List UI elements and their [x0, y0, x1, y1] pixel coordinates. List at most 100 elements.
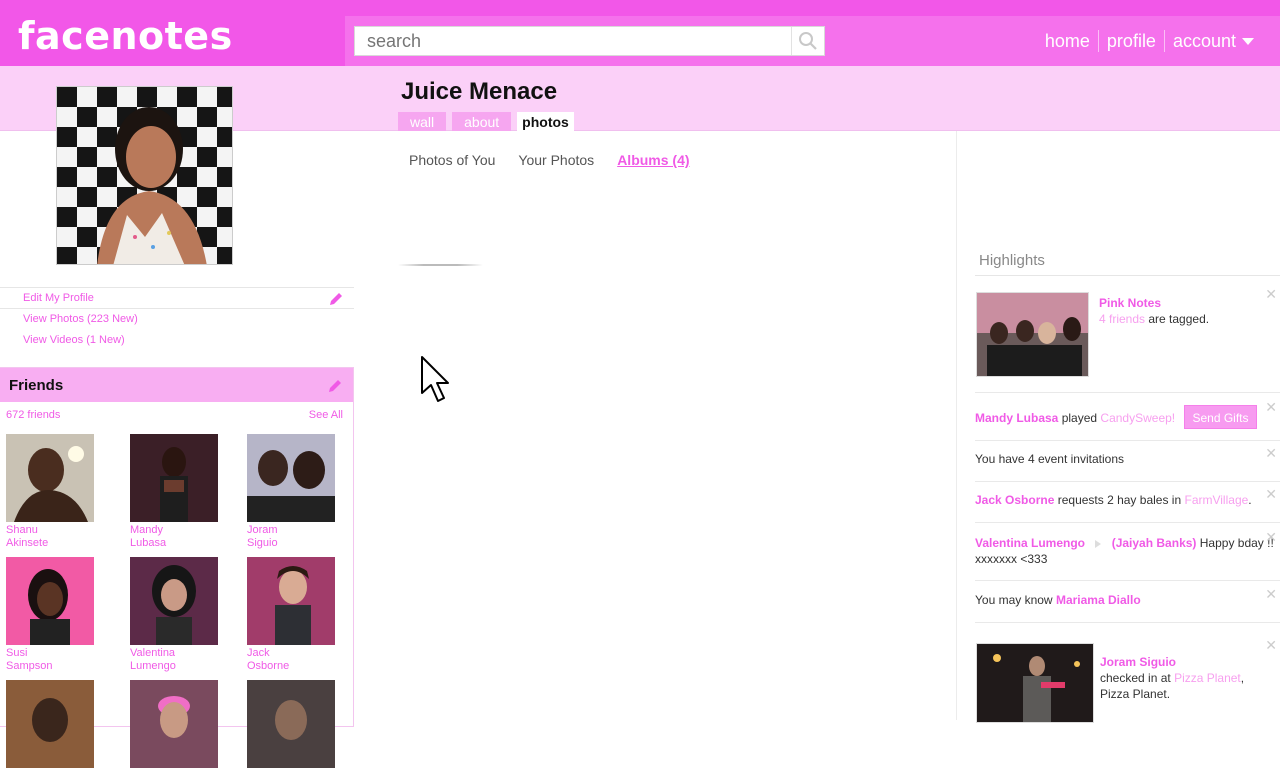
highlight-checkin: Joram Siguio checked in at Pizza Planet,…	[975, 637, 1277, 723]
photo-subtabs: Photos of You Your Photos Albums (4)	[409, 152, 690, 168]
tab-about[interactable]: about	[452, 112, 512, 131]
divider	[975, 580, 1280, 581]
nav-account[interactable]: account	[1165, 31, 1262, 52]
suggested-friend-link[interactable]: Mariama Diallo	[1056, 593, 1141, 607]
tagged-friends-link[interactable]: 4 friends	[1099, 312, 1145, 326]
edit-profile-link[interactable]: Edit My Profile	[0, 288, 354, 309]
divider	[975, 440, 1280, 441]
friend-tile[interactable]	[247, 680, 335, 768]
divider	[975, 392, 1280, 393]
friend-tile[interactable]	[130, 680, 218, 768]
friend-name[interactable]: Susi Sampson	[6, 647, 76, 673]
view-photos-link[interactable]: View Photos (223 New)	[0, 309, 354, 330]
close-icon[interactable]: ✕	[1265, 637, 1277, 653]
friend-photo[interactable]	[130, 434, 218, 522]
close-icon[interactable]: ✕	[1265, 529, 1277, 545]
close-icon[interactable]: ✕	[1265, 286, 1277, 302]
friend-tile[interactable]: Susi Sampson	[6, 557, 94, 673]
view-videos-link[interactable]: View Videos (1 New)	[0, 330, 354, 351]
tab-photos[interactable]: photos	[517, 112, 574, 131]
tab-albums[interactable]: Albums (4)	[617, 152, 689, 168]
highlights-title: Highlights	[979, 252, 1045, 269]
friends-count[interactable]: 672 friends	[6, 409, 60, 421]
search-icon	[799, 32, 817, 50]
place-link[interactable]: Pizza Planet	[1174, 671, 1241, 685]
cursor-icon	[421, 356, 449, 402]
tab-photos-of-you[interactable]: Photos of You	[409, 152, 495, 168]
friend-name[interactable]: Jack Osborne	[247, 647, 317, 673]
chevron-down-icon	[1242, 38, 1254, 46]
highlight-photo[interactable]	[976, 292, 1089, 377]
highlight-candy: Mandy Lubasa played CandySweep! Send Gif…	[975, 399, 1277, 429]
tagged-text: are tagged.	[1148, 312, 1210, 326]
search-input[interactable]	[355, 27, 791, 55]
period: .	[1248, 493, 1252, 507]
friend-name[interactable]: Shanu Akinsete	[6, 524, 76, 550]
friend-tile[interactable]: Valentina Lumengo	[130, 557, 218, 673]
pink-notes-title[interactable]: Pink Notes	[1099, 296, 1161, 310]
friend-photo[interactable]	[247, 557, 335, 645]
friend-tile[interactable]: Jack Osborne	[247, 557, 335, 673]
highlight-may-know: You may know Mariama Diallo ✕	[975, 586, 1277, 608]
request-text: requests 2 hay bales in	[1057, 493, 1182, 507]
friend-photo[interactable]	[6, 557, 94, 645]
checkin-text: checked in at	[1100, 671, 1171, 685]
friend-name[interactable]: Mandy Lubasa	[130, 524, 200, 550]
game-link[interactable]: CandySweep!	[1100, 411, 1175, 425]
game-link[interactable]: FarmVillage	[1184, 493, 1248, 507]
friend-photo[interactable]	[6, 680, 94, 768]
friends-box: Friends 672 friends See All Shanu Akinset…	[0, 367, 354, 768]
nav-account-label: account	[1172, 30, 1236, 51]
friend-tile[interactable]: Joram Siguio	[247, 434, 335, 550]
profile-name: Juice Menace	[401, 78, 558, 105]
site-logo[interactable]: facenotes	[18, 14, 233, 58]
top-bar: facenotes home profile account	[0, 0, 1280, 66]
top-strip	[345, 0, 1280, 16]
friend-name-link[interactable]: Joram Siguio	[1100, 655, 1176, 669]
highlight-bday: Valentina Lumengo (Jaiyah Banks) Happy b…	[975, 529, 1277, 567]
nav-home[interactable]: home	[1037, 31, 1098, 52]
loading-indicator	[398, 264, 483, 266]
friends-header: Friends	[0, 368, 353, 402]
top-navigation: home profile account	[1037, 30, 1262, 52]
profile-links: Edit My Profile View Photos (223 New) Vi…	[0, 287, 354, 351]
checkin-photo[interactable]	[976, 643, 1094, 723]
friend-tile[interactable]: Shanu Akinsete	[6, 434, 94, 550]
profile-tabs: wall about photos	[398, 112, 574, 131]
close-icon[interactable]: ✕	[1265, 486, 1277, 502]
friend-name[interactable]: Joram Siguio	[247, 524, 317, 550]
pencil-icon[interactable]	[328, 291, 344, 307]
friend-photo[interactable]	[130, 557, 218, 645]
friend-photo[interactable]	[247, 434, 335, 522]
profile-photo[interactable]	[56, 86, 233, 265]
close-icon[interactable]: ✕	[1265, 445, 1277, 461]
friend-photo[interactable]	[247, 680, 335, 768]
friend-name-link[interactable]: Jack Osborne	[975, 493, 1054, 507]
friend-tile[interactable]: Mandy Lubasa	[130, 434, 218, 550]
friend-photo[interactable]	[130, 680, 218, 768]
friend-name[interactable]: Valentina Lumengo	[130, 647, 200, 673]
recipient-link[interactable]: (Jaiyah Banks)	[1112, 536, 1197, 550]
friend-name-link[interactable]: Mandy Lubasa	[975, 411, 1058, 425]
close-icon[interactable]: ✕	[1265, 399, 1277, 415]
pencil-icon[interactable]	[327, 378, 343, 394]
friend-photo[interactable]	[6, 434, 94, 522]
close-icon[interactable]: ✕	[1265, 586, 1277, 602]
tab-your-photos[interactable]: Your Photos	[518, 152, 594, 168]
search-button[interactable]	[791, 27, 824, 55]
tab-wall[interactable]: wall	[398, 112, 447, 131]
nav-profile[interactable]: profile	[1099, 31, 1164, 52]
played-text: played	[1061, 411, 1098, 425]
place-text: Pizza Planet.	[1100, 687, 1171, 701]
friends-title: Friends	[9, 377, 64, 394]
search-box[interactable]	[354, 26, 825, 56]
see-all-link[interactable]: See All	[309, 409, 343, 421]
highlight-pink-notes: Pink Notes 4 friends are tagged. ✕	[975, 286, 1277, 378]
send-gifts-button[interactable]: Send Gifts	[1184, 405, 1257, 429]
friend-name-link[interactable]: Valentina Lumengo	[975, 536, 1085, 550]
event-invitations-text[interactable]: You have 4 event invitations	[975, 452, 1124, 466]
divider	[975, 522, 1280, 523]
edit-profile-label: Edit My Profile	[23, 292, 94, 304]
divider	[975, 275, 1280, 276]
friend-tile[interactable]	[6, 680, 94, 768]
